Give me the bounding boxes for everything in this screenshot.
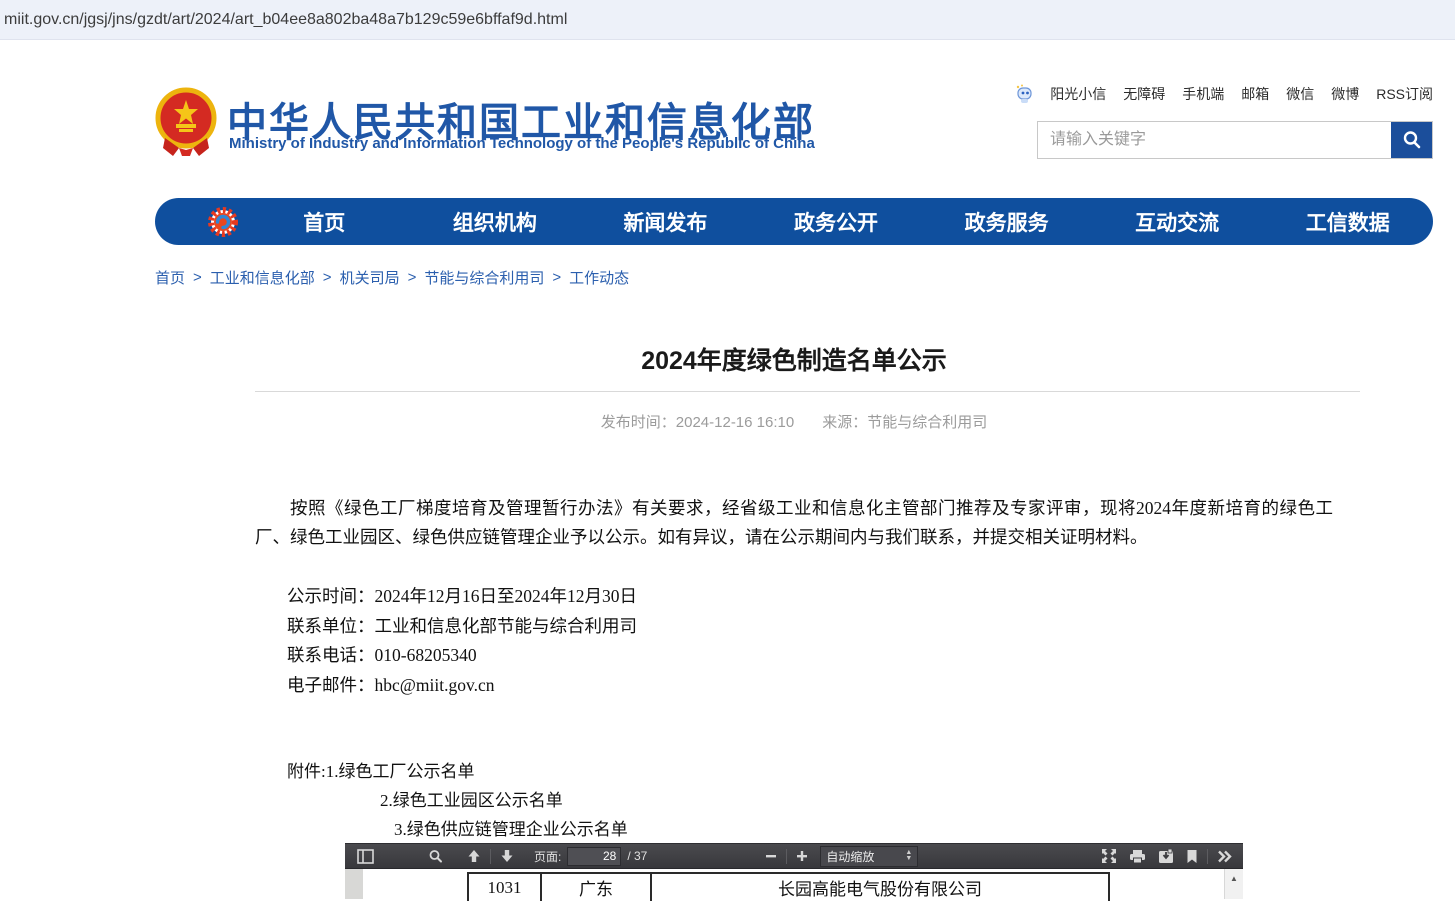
breadcrumb-work-news[interactable]: 工作动态 [569,267,629,288]
find-icon [428,849,443,864]
page-down-icon [500,849,514,863]
national-emblem-logo [155,86,217,156]
nav-item-news[interactable]: 新闻发布 [580,207,751,237]
toolbar-divider [490,849,491,864]
sidebar-toggle-icon [357,849,374,864]
quick-link-rss[interactable]: RSS订阅 [1376,84,1433,104]
quick-link-mobile[interactable]: 手机端 [1182,84,1224,104]
article-paragraph: 按照《绿色工厂梯度培育及管理暂行办法》有关要求，经省级工业和信息化主管部门推荐及… [255,494,1333,552]
search-button[interactable] [1391,122,1432,158]
pdf-page-canvas: 1031 广东 长园高能电气股份有限公司 [363,869,1225,899]
title-divider [255,391,1360,392]
nav-item-gov-service[interactable]: 政务服务 [921,207,1092,237]
pdf-print-button[interactable] [1123,844,1152,868]
breadcrumb-miit[interactable]: 工业和信息化部 [210,267,315,288]
quick-link-wechat[interactable]: 微信 [1286,84,1314,104]
page-url[interactable]: miit.gov.cn/jgsj/jns/gzdt/art/2024/art_b… [0,11,567,29]
article-title: 2024年度绿色制造名单公示 [155,341,1433,377]
zoom-mode-value: 自动缩放 [826,848,874,865]
nav-items: 首页 组织机构 新闻发布 政务公开 政务服务 互动交流 工信数据 [239,207,1433,237]
info-line-email: 电子邮件：hbc@miit.gov.cn [287,671,637,701]
main-nav: 首页 组织机构 新闻发布 政务公开 政务服务 互动交流 工信数据 [155,198,1433,245]
pdf-more-tools-button[interactable] [1211,844,1239,868]
pdf-zoom-select[interactable]: 自动缩放 ▲▼ [820,846,918,867]
pdf-page-down-button[interactable] [494,844,520,868]
breadcrumb-separator: > [408,269,417,286]
toolbar-divider [786,849,787,864]
nav-item-gov-open[interactable]: 政务公开 [751,207,922,237]
pdf-table-row: 1031 广东 长园高能电气股份有限公司 [467,872,1110,901]
zoom-out-icon [765,850,777,862]
table-cell-number: 1031 [469,874,542,901]
fullscreen-icon [1101,848,1117,864]
bookmark-icon [1186,849,1198,864]
pdf-find-button[interactable] [422,844,449,868]
article-meta: 发布时间：2024-12-16 16:10 来源：节能与综合利用司 [155,411,1433,432]
attachment-3-link[interactable]: 3.绿色供应链管理企业公示名单 [394,815,628,840]
breadcrumb-separator: > [193,269,202,286]
article-source: 来源：节能与综合利用司 [822,414,987,431]
breadcrumb-departments[interactable]: 机关司局 [340,267,400,288]
pdf-scrollbar[interactable]: ▲ [1224,869,1243,899]
breadcrumb-separator: > [552,269,561,286]
quick-link-weibo[interactable]: 微博 [1331,84,1359,104]
double-chevron-icon [1217,850,1233,863]
table-cell-company: 长园高能电气股份有限公司 [652,874,1108,901]
breadcrumb-energy-dept[interactable]: 节能与综合利用司 [424,267,544,288]
search-icon [1401,129,1423,151]
nav-item-organization[interactable]: 组织机构 [410,207,581,237]
sunshine-robot-icon [1014,84,1033,104]
zoom-in-icon [796,850,808,862]
nav-item-home[interactable]: 首页 [239,207,410,237]
search-input[interactable] [1038,122,1391,158]
pdf-page-up-button[interactable] [461,844,487,868]
print-icon [1129,849,1146,864]
article-info-lines: 公示时间：2024年12月16日至2024年12月30日 联系单位：工业和信息化… [287,582,637,700]
quick-link-mail[interactable]: 邮箱 [1241,84,1269,104]
pdf-zoom-in-button[interactable] [790,844,814,868]
pdf-zoom-out-button[interactable] [759,844,783,868]
search-box [1037,121,1433,159]
miit-gear-logo-icon [207,206,239,238]
info-line-period: 公示时间：2024年12月16日至2024年12月30日 [287,582,637,612]
pdf-right-tools [1095,844,1239,868]
breadcrumb: 首页 > 工业和信息化部 > 机关司局 > 节能与综合利用司 > 工作动态 [155,267,629,288]
info-line-contact-unit: 联系单位：工业和信息化部节能与综合利用司 [287,612,637,642]
quick-link-accessibility[interactable]: 无障碍 [1123,84,1165,104]
info-line-phone: 联系电话：010-68205340 [287,641,637,671]
browser-url-bar[interactable]: miit.gov.cn/jgsj/jns/gzdt/art/2024/art_b… [0,0,1455,40]
breadcrumb-separator: > [323,269,332,286]
table-cell-province: 广东 [542,874,652,901]
toolbar-divider [1207,849,1208,864]
pdf-zoom-controls: 自动缩放 ▲▼ [759,844,918,868]
scroll-up-icon[interactable]: ▲ [1225,869,1243,889]
pdf-viewer: 页面: / 37 自动缩放 ▲▼ [345,843,1243,899]
attachment-2-link[interactable]: 2.绿色工业园区公示名单 [380,786,563,811]
header-quick-links: 阳光小信 无障碍 手机端 邮箱 微信 微博 RSS订阅 [1014,84,1433,104]
quick-link-sunshine[interactable]: 阳光小信 [1050,84,1106,104]
publish-time: 发布时间：2024-12-16 16:10 [601,414,794,431]
select-arrows-icon: ▲▼ [905,850,912,862]
pdf-page-total: / 37 [627,849,647,863]
pdf-page-input[interactable] [567,847,621,866]
pdf-bookmark-button[interactable] [1180,844,1204,868]
nav-item-interaction[interactable]: 互动交流 [1092,207,1263,237]
download-icon [1158,849,1174,864]
attachment-1-link[interactable]: 附件:1.绿色工厂公示名单 [287,757,474,782]
page-up-icon [467,849,481,863]
pdf-page-label: 页面: [534,848,561,865]
pdf-sidebar-toggle-button[interactable] [351,844,380,868]
pdf-presentation-button[interactable] [1095,844,1123,868]
breadcrumb-home[interactable]: 首页 [155,267,185,288]
site-subtitle: Ministry of Industry and Information Tec… [229,135,815,152]
nav-item-data[interactable]: 工信数据 [1262,207,1433,237]
pdf-toolbar: 页面: / 37 自动缩放 ▲▼ [345,843,1243,869]
pdf-download-button[interactable] [1152,844,1180,868]
